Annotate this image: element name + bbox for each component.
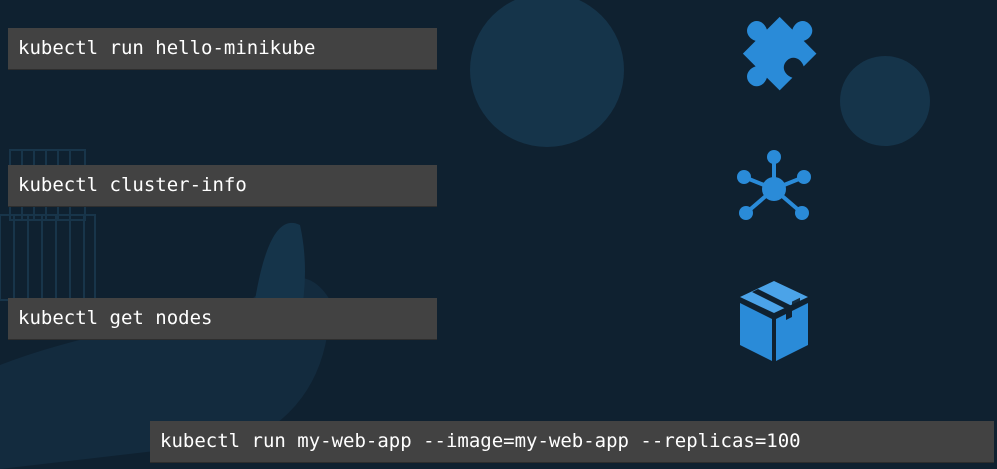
puzzle-piece-icon — [742, 16, 817, 91]
command-run-web-app: kubectl run my-web-app --image=my-web-ap… — [150, 421, 994, 463]
network-hub-icon — [737, 150, 811, 220]
package-box-icon — [740, 281, 808, 361]
background-circle-small — [840, 56, 930, 146]
command-run-hello-minikube: kubectl run hello-minikube — [8, 28, 437, 70]
background-circle-large — [470, 0, 624, 147]
background-decoration — [0, 0, 930, 469]
command-cluster-info: kubectl cluster-info — [8, 165, 437, 207]
command-get-nodes: kubectl get nodes — [8, 298, 437, 340]
